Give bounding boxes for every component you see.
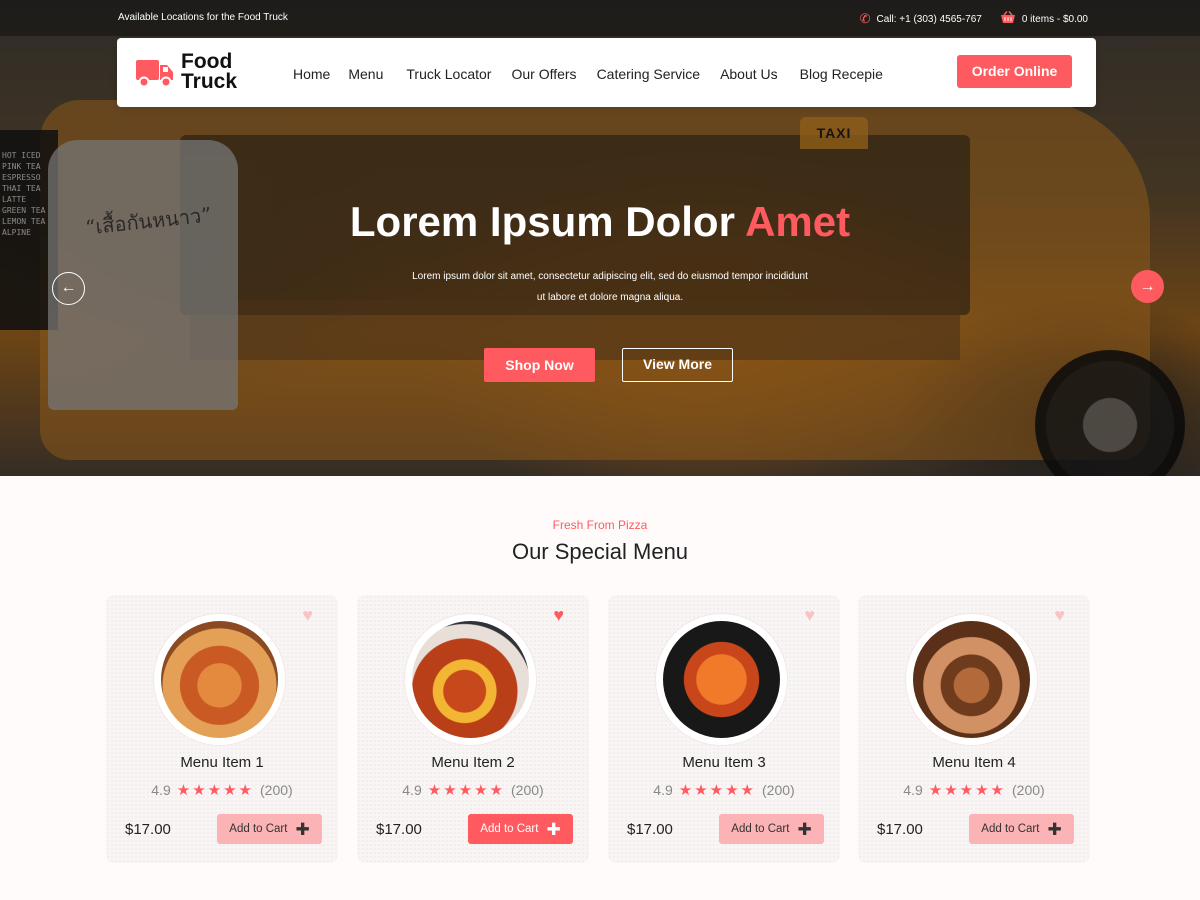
brand-name: Food Truck (181, 50, 238, 93)
rating-value: 4.9 (151, 782, 171, 798)
mini-cart[interactable]: 0 items - $0.00 (1000, 11, 1088, 27)
rating-value: 4.9 (903, 782, 923, 798)
locations-link[interactable]: Available Locations for the Food Truck (118, 12, 288, 23)
heart-icon[interactable]: ♥ (302, 605, 313, 626)
plus-icon: ✚ (295, 819, 310, 839)
rating-value: 4.9 (653, 782, 673, 798)
nav-links: Home Menu Truck Locator Our Offers Cater… (293, 66, 883, 82)
topbar-contact: ✆ Call: +1 (303) 4565-767 0 items - $0.0… (860, 11, 1088, 27)
nav-item-our-offers[interactable]: Our Offers (511, 66, 576, 82)
menu-card[interactable]: ♥ Menu Item 3 4.9 ★★★★★ (200) $17.00 Add… (608, 595, 840, 863)
section-title: Our Special Menu (511, 539, 689, 564)
brand-line-2: Truck (181, 70, 238, 93)
food-image[interactable] (161, 621, 278, 738)
price: $17.00 (877, 821, 923, 838)
rating-row: 4.9 ★★★★★ (200) (106, 781, 338, 799)
price: $17.00 (125, 821, 171, 838)
order-online-button[interactable]: Order Online (957, 55, 1072, 88)
review-count: (200) (1012, 782, 1045, 798)
review-count: (200) (260, 782, 293, 798)
menu-item-name[interactable]: Menu Item 1 (106, 754, 338, 771)
food-image-frame (405, 614, 536, 745)
basket-icon (1000, 11, 1016, 27)
section-kicker: Fresh From Pizza (552, 518, 648, 532)
view-more-button[interactable]: View More (622, 348, 733, 382)
review-count: (200) (762, 782, 795, 798)
nav-item-truck-locator[interactable]: Truck Locator (406, 66, 491, 82)
add-to-cart-label: Add to Cart (731, 823, 790, 835)
hero-title-main: Lorem Ipsum Dolor (349, 198, 735, 245)
hero-subtitle: Lorem ipsum dolor sit amet, consectetur … (412, 271, 808, 303)
menu-card[interactable]: ♥ Menu Item 2 4.9 ★★★★★ (200) $17.00 Add… (357, 595, 589, 863)
phone-icon: ✆ (859, 11, 871, 26)
plus-icon: ✚ (546, 819, 561, 839)
rating-value: 4.9 (402, 782, 422, 798)
add-to-cart-button[interactable]: Add to Cart ✚ (969, 814, 1074, 844)
nav-item-menu[interactable]: Menu (348, 66, 383, 82)
star-icons: ★★★★★ (928, 782, 1007, 799)
nav-item-blog-recepie[interactable]: Blog Recepie (800, 66, 883, 82)
truck-icon (135, 52, 175, 92)
heart-icon[interactable]: ♥ (1054, 605, 1065, 626)
add-to-cart-button[interactable]: Add to Cart ✚ (719, 814, 824, 844)
hero-title: Lorem Ipsum Dolor Amet (0, 198, 1200, 246)
price: $17.00 (376, 821, 422, 838)
add-to-cart-button[interactable]: Add to Cart ✚ (217, 814, 322, 844)
plus-icon: ✚ (1047, 819, 1062, 839)
star-icons: ★★★★★ (176, 782, 255, 799)
rating-row: 4.9 ★★★★★ (200) (357, 781, 589, 799)
hero-title-accent: Amet (745, 198, 851, 245)
rating-row: 4.9 ★★★★★ (200) (858, 781, 1090, 799)
menu-card[interactable]: ♥ Menu Item 4 4.9 ★★★★★ (200) $17.00 Add… (858, 595, 1090, 863)
review-count: (200) (511, 782, 544, 798)
brand-line-1: Food (181, 50, 233, 73)
heart-icon[interactable]: ♥ (804, 605, 815, 626)
brand-logo[interactable]: Food Truck (135, 50, 238, 93)
nav-item-catering-service[interactable]: Catering Service (597, 66, 701, 82)
main-navbar: Food Truck Home Menu Truck Locator Our O… (117, 38, 1096, 107)
food-image-frame (656, 614, 787, 745)
arrow-left-icon[interactable]: ← (52, 272, 85, 305)
food-image[interactable] (412, 621, 529, 738)
add-to-cart-label: Add to Cart (229, 823, 288, 835)
add-to-cart-button[interactable]: Add to Cart ✚ (468, 814, 573, 844)
menu-item-name[interactable]: Menu Item 2 (357, 754, 589, 771)
nav-item-about-us[interactable]: About Us (720, 66, 778, 82)
shop-now-button[interactable]: Shop Now (484, 348, 595, 382)
phone-contact[interactable]: ✆ Call: +1 (303) 4565-767 (860, 11, 982, 27)
arrow-right-icon[interactable]: → (1131, 270, 1164, 303)
menu-card[interactable]: ♥ Menu Item 1 4.9 ★★★★★ (200) $17.00 Add… (106, 595, 338, 863)
heart-icon[interactable]: ♥ (553, 605, 564, 626)
cart-summary: 0 items - $0.00 (1021, 13, 1088, 25)
top-bar: Available Locations for the Food Truck ✆… (0, 0, 1200, 36)
star-icons: ★★★★★ (678, 782, 757, 799)
food-image[interactable] (663, 621, 780, 738)
plus-icon: ✚ (797, 819, 812, 839)
menu-item-name[interactable]: Menu Item 4 (858, 754, 1090, 771)
add-to-cart-label: Add to Cart (981, 823, 1040, 835)
phone-text: Call: +1 (303) 4565-767 (876, 13, 982, 25)
star-icons: ★★★★★ (427, 782, 506, 799)
price: $17.00 (627, 821, 673, 838)
nav-item-home[interactable]: Home (293, 66, 330, 82)
add-to-cart-label: Add to Cart (480, 823, 539, 835)
menu-item-name[interactable]: Menu Item 3 (608, 754, 840, 771)
food-image-frame (154, 614, 285, 745)
rating-row: 4.9 ★★★★★ (200) (608, 781, 840, 799)
food-image[interactable] (913, 621, 1030, 738)
food-image-frame (906, 614, 1037, 745)
